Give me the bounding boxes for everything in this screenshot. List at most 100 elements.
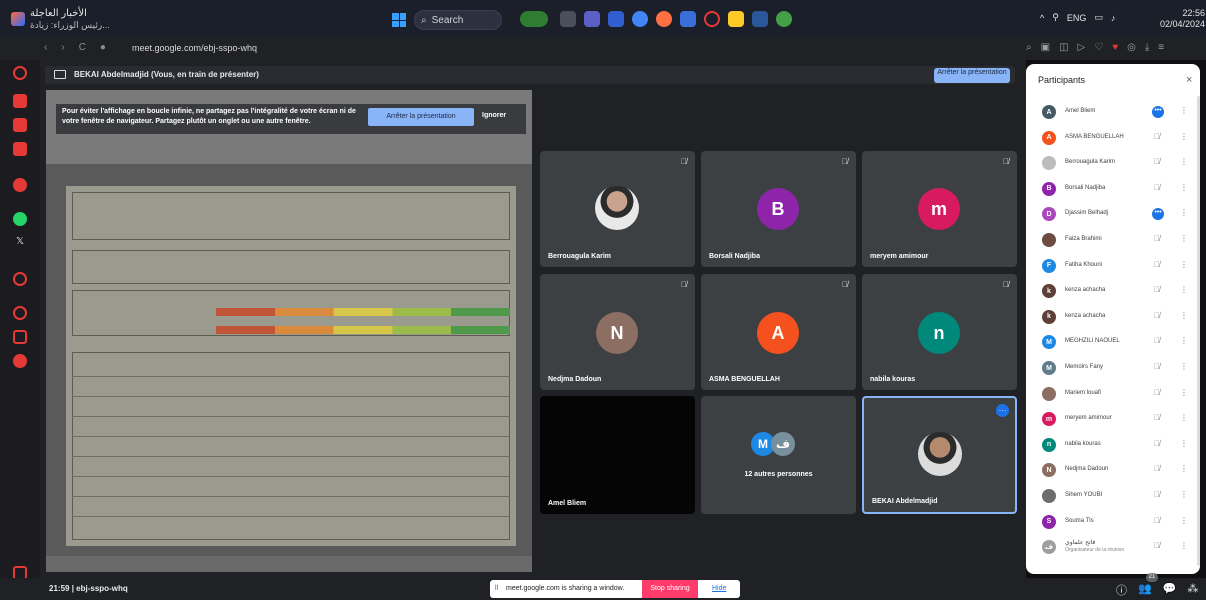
heart-icon[interactable]: ♡ bbox=[1094, 42, 1103, 53]
mic-off-icon[interactable]: 🎙̸ bbox=[1154, 234, 1160, 243]
people-icon[interactable]: 👥 bbox=[1138, 582, 1152, 598]
mic-off-icon[interactable]: 🎙̸ bbox=[1154, 285, 1160, 294]
taskbar-game-icon[interactable] bbox=[520, 11, 548, 27]
usb-icon[interactable]: ⚲ bbox=[1052, 12, 1059, 23]
participant-row[interactable]: Faiza Brahimi 🎙̸ ⋮ bbox=[1040, 231, 1190, 249]
play-icon[interactable]: ▷ bbox=[1078, 42, 1086, 53]
mic-off-icon[interactable]: 🎙̸ bbox=[1154, 183, 1160, 192]
taskbar-explorer-icon[interactable] bbox=[728, 11, 744, 27]
reload-icon[interactable]: C bbox=[79, 42, 86, 53]
participant-row[interactable]: M MEGHZILI NAOUEL 🎙̸ ⋮ bbox=[1040, 333, 1190, 351]
mic-off-icon[interactable]: 🎙̸ bbox=[1154, 260, 1160, 269]
more-vert-icon[interactable]: ⋮ bbox=[1180, 157, 1188, 166]
taskbar-teams-icon[interactable] bbox=[584, 11, 600, 27]
more-vert-icon[interactable]: ⋮ bbox=[1180, 439, 1188, 448]
news-widget-title[interactable]: الأخبار العاجلة bbox=[30, 8, 87, 19]
news-widget-icon[interactable] bbox=[11, 12, 25, 26]
more-vert-icon[interactable]: ⋮ bbox=[1180, 388, 1188, 397]
taskbar-office-icon[interactable] bbox=[608, 11, 624, 27]
windows-start-icon[interactable] bbox=[392, 13, 406, 27]
participant-tile[interactable]: 🎙̸ A ASMA BENGUELLAH bbox=[701, 274, 856, 390]
mic-off-icon[interactable]: 🎙̸ bbox=[1154, 413, 1160, 422]
participant-tile[interactable]: 🎙̸ m meryem amimour bbox=[862, 151, 1017, 267]
taskbar-clock[interactable]: 22:56 02/04/2024 bbox=[1160, 8, 1205, 30]
search-icon[interactable]: ⌕ bbox=[1026, 42, 1032, 53]
participant-tile[interactable]: Amel Bliem bbox=[540, 396, 695, 514]
address-bar[interactable]: meet.google.com/ebj-sspo-whq bbox=[132, 43, 257, 53]
taskbar-opera-icon[interactable] bbox=[704, 11, 720, 27]
activities-icon[interactable]: ⁂ bbox=[1187, 582, 1198, 598]
whatsapp-icon[interactable] bbox=[13, 212, 27, 226]
aria-icon[interactable] bbox=[13, 94, 27, 108]
participant-row[interactable]: n nabila kouras 🎙̸ ⋮ bbox=[1040, 436, 1190, 454]
workspace-icon[interactable] bbox=[13, 118, 27, 132]
info-icon[interactable]: ⓘ bbox=[1116, 582, 1127, 598]
opera-icon[interactable] bbox=[13, 66, 27, 80]
more-vert-icon[interactable]: ⋮ bbox=[1180, 413, 1188, 422]
language-indicator[interactable]: ENG bbox=[1067, 13, 1087, 23]
package-icon[interactable]: ◎ bbox=[1127, 42, 1136, 53]
participant-tile-self[interactable]: … BEKAI Abdelmadjid bbox=[862, 396, 1017, 514]
more-vert-icon[interactable]: ⋮ bbox=[1180, 541, 1188, 550]
extension-icon[interactable]: ♥ bbox=[1112, 42, 1118, 53]
participant-row[interactable]: N Nedjma Dadoun 🎙̸ ⋮ bbox=[1040, 461, 1190, 479]
taskbar-files-icon[interactable] bbox=[560, 11, 576, 27]
panel-scrollbar[interactable] bbox=[1197, 96, 1200, 566]
participant-row[interactable]: M Memoirs Fany 🎙̸ ⋮ bbox=[1040, 359, 1190, 377]
more-vert-icon[interactable]: ⋮ bbox=[1180, 183, 1188, 192]
participant-tile[interactable]: 🎙̸ B Borsali Nadjiba bbox=[701, 151, 856, 267]
mic-off-icon[interactable]: 🎙̸ bbox=[1154, 464, 1160, 473]
taskbar-globe-icon[interactable] bbox=[776, 11, 792, 27]
screenshot-icon[interactable]: ◫ bbox=[1059, 42, 1068, 53]
participant-tile[interactable]: 🎙̸ n nabila kouras bbox=[862, 274, 1017, 390]
participant-row[interactable]: ف فاتح علماوي Organisateur de la réunion 🎙̸… bbox=[1040, 538, 1190, 556]
more-vert-icon[interactable]: ⋮ bbox=[1180, 464, 1188, 473]
display-icon[interactable]: ▭ bbox=[1094, 12, 1103, 23]
more-vert-icon[interactable]: ⋮ bbox=[1180, 311, 1188, 320]
back-icon[interactable]: ‹ bbox=[44, 42, 47, 53]
close-icon[interactable]: × bbox=[1186, 74, 1192, 86]
settings-icon[interactable] bbox=[13, 354, 27, 368]
mic-off-icon[interactable]: 🎙̸ bbox=[1154, 439, 1160, 448]
mic-off-icon[interactable]: 🎙̸ bbox=[1154, 388, 1160, 397]
chevron-up-icon[interactable]: ^ bbox=[1040, 13, 1044, 23]
participant-row[interactable]: Sihem YOUBI 🎙̸ ⋮ bbox=[1040, 487, 1190, 505]
mic-off-icon[interactable]: 🎙̸ bbox=[1154, 541, 1160, 550]
mic-off-icon[interactable]: 🎙̸ bbox=[1154, 336, 1160, 345]
participant-tile[interactable]: 🎙̸ N Nedjma Dadoun bbox=[540, 274, 695, 390]
taskbar-calendar-icon[interactable] bbox=[680, 11, 696, 27]
more-vert-icon[interactable]: ⋮ bbox=[1180, 260, 1188, 269]
participant-row[interactable]: m meryem amimour 🎙̸ ⋮ bbox=[1040, 410, 1190, 428]
clock-icon[interactable] bbox=[13, 306, 27, 320]
participant-tile[interactable]: 🎙̸ Berrouagula Karim bbox=[540, 151, 695, 267]
mic-off-icon[interactable]: 🎙̸ bbox=[1154, 490, 1160, 499]
more-vert-icon[interactable]: ⋮ bbox=[1180, 208, 1188, 217]
mic-off-icon[interactable]: 🎙̸ bbox=[1154, 132, 1160, 141]
forward-icon[interactable]: › bbox=[61, 42, 64, 53]
more-options-icon[interactable]: … bbox=[996, 404, 1009, 417]
menu-icon[interactable]: ≡ bbox=[1158, 42, 1164, 53]
player-icon[interactable] bbox=[13, 142, 27, 156]
mic-off-icon[interactable]: 🎙̸ bbox=[1154, 311, 1160, 320]
more-vert-icon[interactable]: ⋮ bbox=[1180, 490, 1188, 499]
more-vert-icon[interactable]: ⋮ bbox=[1180, 285, 1188, 294]
warning-ignore-button[interactable]: Ignorer bbox=[482, 112, 506, 119]
more-vert-icon[interactable]: ⋮ bbox=[1180, 336, 1188, 345]
pin-icon[interactable] bbox=[13, 178, 27, 192]
taskbar-search[interactable]: ⌕ Search bbox=[414, 10, 502, 30]
volume-icon[interactable]: ♪ bbox=[1111, 13, 1116, 23]
participant-row[interactable]: F Fatiha Khouni 🎙̸ ⋮ bbox=[1040, 257, 1190, 275]
participant-row[interactable]: A ASMA BENGUELLAH 🎙̸ ⋮ bbox=[1040, 129, 1190, 147]
system-tray[interactable]: ^ ⚲ ENG ▭ ♪ bbox=[1040, 12, 1115, 23]
participant-row[interactable]: Berrouagula Karim 🎙̸ ⋮ bbox=[1040, 154, 1190, 172]
participant-row[interactable]: k kenza achacha 🎙̸ ⋮ bbox=[1040, 282, 1190, 300]
taskbar-chrome-icon[interactable] bbox=[632, 11, 648, 27]
news-widget-subtitle[interactable]: رئيس الوزراء: زيادة... bbox=[30, 20, 110, 31]
mic-off-icon[interactable]: 🎙̸ bbox=[1154, 362, 1160, 371]
stop-sharing-button[interactable]: Stop sharing bbox=[642, 580, 698, 598]
camera-icon[interactable]: ▣ bbox=[1041, 42, 1050, 53]
others-tile[interactable]: M ف 12 autres personnes bbox=[701, 396, 856, 514]
participant-row[interactable]: S Souma Tls 🎙̸ ⋮ bbox=[1040, 513, 1190, 531]
box-icon[interactable] bbox=[13, 330, 27, 344]
participant-row[interactable]: Mariem louafi 🎙̸ ⋮ bbox=[1040, 385, 1190, 403]
